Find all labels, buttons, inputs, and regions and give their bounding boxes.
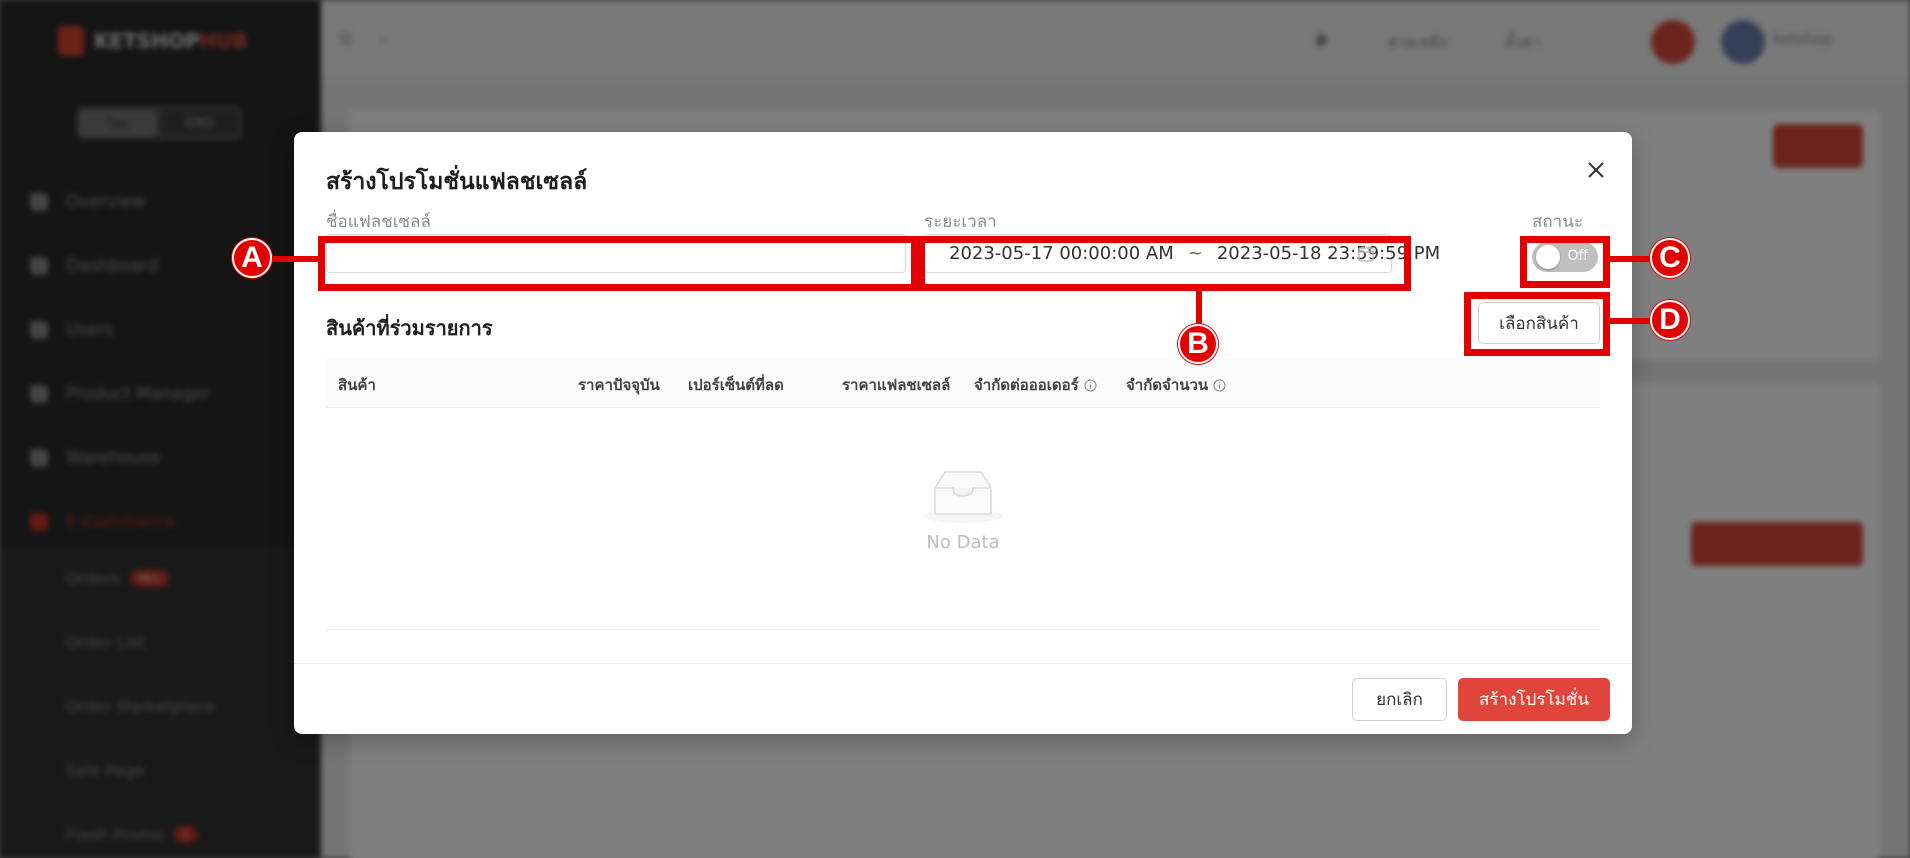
column-header-label: สินค้า xyxy=(338,376,376,394)
column-header-discount-percent: เปอร์เซ็นต์ที่ลด xyxy=(688,373,784,397)
end-datetime[interactable]: 2023-05-18 23:59:59 PM xyxy=(1217,243,1440,264)
create-promotion-button[interactable]: สร้างโปรโมชั่น xyxy=(1458,678,1610,721)
toggle-knob xyxy=(1536,245,1560,269)
start-datetime[interactable]: 2023-05-17 00:00:00 AM xyxy=(949,243,1174,264)
close-icon[interactable] xyxy=(1580,154,1612,186)
toggle-state-text: Off xyxy=(1567,248,1588,264)
column-header-flash-price: ราคาแฟลชเซลล์ xyxy=(842,373,950,397)
info-icon[interactable] xyxy=(1213,379,1226,392)
products-section-title: สินค้าที่ร่วมรายการ xyxy=(326,316,493,340)
date-range-picker[interactable]: 2023-05-17 00:00:00 AM ~ 2023-05-18 23:5… xyxy=(924,234,1440,273)
flash-sale-name-input[interactable] xyxy=(326,234,906,273)
close-icon-glyph xyxy=(1588,162,1604,178)
empty-text: No Data xyxy=(926,532,1000,553)
status-toggle[interactable]: Off xyxy=(1532,242,1598,272)
column-header-label: ราคาปัจจุบัน xyxy=(578,376,660,394)
info-icon[interactable] xyxy=(1084,379,1097,392)
column-header-label: เปอร์เซ็นต์ที่ลด xyxy=(688,376,784,394)
empty-state: No Data xyxy=(326,468,1600,553)
select-products-button[interactable]: เลือกสินค้า xyxy=(1478,302,1600,344)
column-header-label: จำกัดจำนวน xyxy=(1126,376,1209,394)
column-header-limit-quantity: จำกัดจำนวน xyxy=(1126,373,1226,397)
column-header-limit-per-order: จำกัดต่อออเดอร์ xyxy=(974,373,1097,397)
footer-divider xyxy=(294,663,1632,664)
flash-sale-name-label: ชื่อแฟลชเซลล์ xyxy=(326,212,431,232)
create-flash-sale-modal: สร้างโปรโมชั่นแฟลชเซลล์ ชื่อแฟลชเซลล์ ระ… xyxy=(294,132,1632,734)
empty-inbox-icon xyxy=(923,471,1003,523)
column-header-current-price: ราคาปัจจุบัน xyxy=(578,373,660,397)
products-table: สินค้า ราคาปัจจุบัน เปอร์เซ็นต์ที่ลด ราค… xyxy=(326,358,1600,630)
column-header-label: จำกัดต่อออเดอร์ xyxy=(974,376,1079,394)
table-body: No Data xyxy=(326,408,1600,630)
annotation-badge-d: D xyxy=(1650,300,1690,340)
cancel-button[interactable]: ยกเลิก xyxy=(1352,678,1447,721)
annotation-badge-b: B xyxy=(1178,324,1218,364)
annotation-badge-a: A xyxy=(232,238,272,278)
column-header-product: สินค้า xyxy=(338,373,376,397)
table-header: สินค้า ราคาปัจจุบัน เปอร์เซ็นต์ที่ลด ราค… xyxy=(326,358,1600,408)
period-label: ระยะเวลา xyxy=(924,212,997,232)
status-label: สถานะ xyxy=(1532,212,1583,232)
range-separator: ~ xyxy=(1187,243,1203,264)
column-header-label: ราคาแฟลชเซลล์ xyxy=(842,376,951,394)
calendar-icon xyxy=(1358,246,1374,262)
modal-title: สร้างโปรโมชั่นแฟลชเซลล์ xyxy=(326,169,588,195)
annotation-badge-c: C xyxy=(1650,238,1690,278)
